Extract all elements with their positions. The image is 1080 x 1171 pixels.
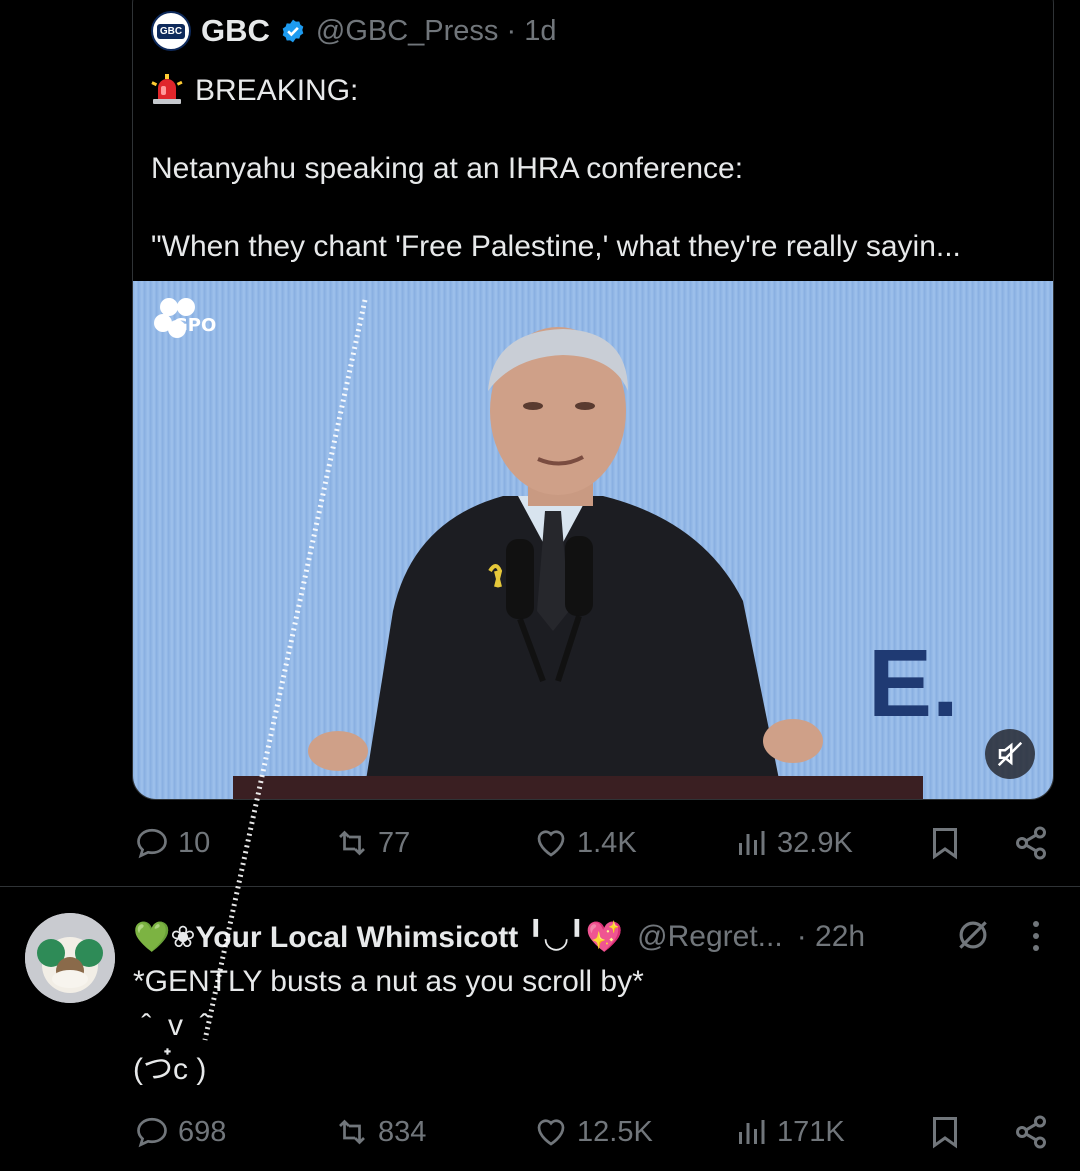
views-button[interactable]: 32.9K	[733, 818, 853, 868]
breaking-label: BREAKING:	[195, 74, 359, 107]
gbc-avatar[interactable]: GBC	[151, 11, 191, 51]
repost-count: 77	[378, 826, 411, 859]
quote-action-bar: 10 77 1.4K 32.9K	[0, 818, 1080, 868]
video-player[interactable]: GPO E.	[133, 281, 1053, 799]
share-icon	[1016, 826, 1046, 860]
views-chart-icon	[739, 1120, 765, 1144]
reply-button[interactable]: 698	[134, 1107, 226, 1157]
reply-count: 698	[178, 1115, 227, 1148]
views-count: 171K	[777, 1115, 845, 1148]
quoted-post-header: GBC GBC @GBC_Press · 1d	[151, 11, 556, 51]
whimsicott-avatar-icon	[25, 913, 115, 1003]
bookmark-icon	[933, 1117, 957, 1149]
reply-icon	[137, 1117, 167, 1148]
heart-icon	[537, 830, 565, 857]
grok-icon[interactable]	[954, 916, 992, 954]
reply-handle[interactable]: @Regret...	[637, 920, 783, 954]
rotating-light-icon	[151, 74, 183, 104]
reply-text-line-2: ˆ v ˆ	[133, 1009, 210, 1042]
views-count: 32.9K	[777, 826, 853, 859]
reply-count: 10	[178, 826, 211, 859]
bookmark-button[interactable]	[927, 818, 963, 868]
quoted-text-line-2: Netanyahu speaking at an IHRA conference…	[151, 152, 744, 185]
like-button[interactable]: 12.5K	[533, 1107, 653, 1157]
share-button[interactable]	[1013, 818, 1049, 868]
repost-count: 834	[378, 1115, 427, 1148]
repost-icon	[339, 830, 365, 856]
volume-muted-icon	[997, 741, 1023, 767]
post-divider	[0, 886, 1080, 887]
repost-button[interactable]: 77	[334, 818, 410, 868]
like-count: 12.5K	[577, 1115, 653, 1148]
reply-header: 💚❀Your Local Whimsicott ╹◡╹💖 @Regret... …	[133, 915, 865, 959]
reply-action-bar: 698 834 12.5K 171K	[0, 1107, 1080, 1157]
repost-icon	[339, 1119, 365, 1145]
mute-toggle-button[interactable]	[985, 729, 1035, 779]
heart-icon	[537, 1119, 565, 1146]
more-options-icon[interactable]	[1026, 918, 1046, 954]
repost-button[interactable]: 834	[334, 1107, 426, 1157]
reply-text-line-1: *GENTLY busts a nut as you scroll by*	[133, 965, 644, 998]
views-chart-icon	[739, 831, 765, 855]
quoted-post-card[interactable]: GBC GBC @GBC_Press · 1d BREAKING: Netany…	[132, 0, 1054, 800]
quoted-author-name[interactable]: GBC	[201, 13, 270, 49]
backdrop-letter: E.	[868, 630, 959, 737]
bookmark-icon	[933, 828, 957, 860]
share-icon	[1016, 1115, 1046, 1149]
verified-badge-icon	[282, 19, 304, 43]
views-button[interactable]: 171K	[733, 1107, 845, 1157]
reply-timestamp[interactable]: · 22h	[797, 920, 865, 954]
reply-text: *GENTLY busts a nut as you scroll by* ˆ …	[133, 960, 644, 1092]
share-button[interactable]	[1013, 1107, 1049, 1157]
reply-icon	[137, 828, 167, 859]
like-button[interactable]: 1.4K	[533, 818, 637, 868]
speaker-video-frame: E.	[233, 327, 959, 799]
quoted-text-line-3: "When they chant 'Free Palestine,' what …	[151, 230, 961, 263]
avatar[interactable]	[25, 913, 115, 1003]
reply-button[interactable]: 10	[134, 818, 210, 868]
like-count: 1.4K	[577, 826, 637, 859]
reply-author-name[interactable]: 💚❀Your Local Whimsicott ╹◡╹💖	[133, 920, 623, 955]
reply-text-line-3: (つ๋c )	[133, 1053, 207, 1086]
bookmark-button[interactable]	[927, 1107, 963, 1157]
quoted-post-text: BREAKING: Netanyahu speaking at an IHRA …	[151, 71, 1033, 305]
quoted-handle-time: @GBC_Press · 1d	[315, 14, 557, 47]
